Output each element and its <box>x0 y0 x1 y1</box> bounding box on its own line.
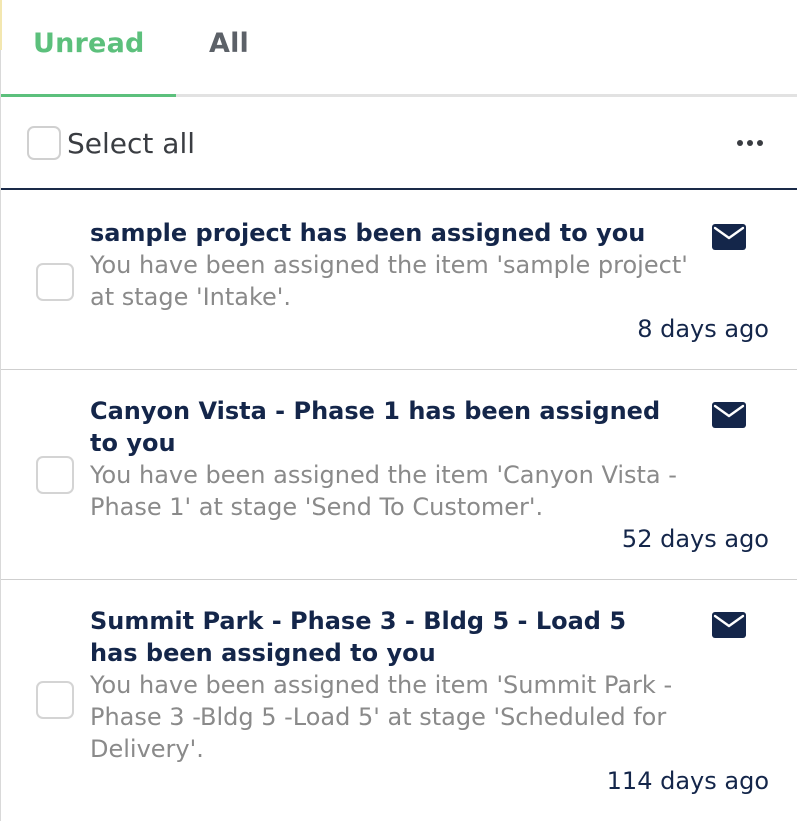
notification-body: You have been assigned the item 'Summit … <box>90 671 673 763</box>
select-all-label[interactable]: Select all <box>67 127 195 160</box>
notification-body: You have been assigned the item 'Canyon … <box>90 461 677 521</box>
mail-icon[interactable] <box>712 224 746 250</box>
select-all-checkbox[interactable] <box>27 126 61 160</box>
notification-item[interactable]: Summit Park - Phase 3 - Bldg 5 - Load 5 … <box>1 580 797 821</box>
notification-title: Summit Park - Phase 3 - Bldg 5 - Load 5 … <box>90 607 627 667</box>
notification-time: 8 days ago <box>637 315 769 343</box>
notification-tabs: Unread All <box>1 0 797 97</box>
notification-checkbox[interactable] <box>36 456 74 494</box>
notification-item[interactable]: Canyon Vista - Phase 1 has been assigned… <box>1 370 797 580</box>
notification-body: You have been assigned the item 'sample … <box>90 251 688 311</box>
mail-icon[interactable] <box>712 612 746 638</box>
notification-item[interactable]: sample project has been assigned to you … <box>1 190 797 370</box>
notification-title: sample project has been assigned to you <box>90 219 646 247</box>
notification-checkbox[interactable] <box>36 681 74 719</box>
tab-all[interactable]: All <box>209 28 249 59</box>
notification-title: Canyon Vista - Phase 1 has been assigned… <box>90 397 661 457</box>
select-all-bar: Select all <box>1 97 797 190</box>
notification-checkbox[interactable] <box>36 263 74 301</box>
mail-icon[interactable] <box>712 402 746 428</box>
notifications-panel: Unread All Select all sample project has… <box>0 0 797 821</box>
notification-time: 52 days ago <box>621 525 769 553</box>
notification-time: 114 days ago <box>606 767 769 795</box>
tab-unread[interactable]: Unread <box>33 28 145 59</box>
more-horizontal-icon[interactable] <box>736 139 764 147</box>
